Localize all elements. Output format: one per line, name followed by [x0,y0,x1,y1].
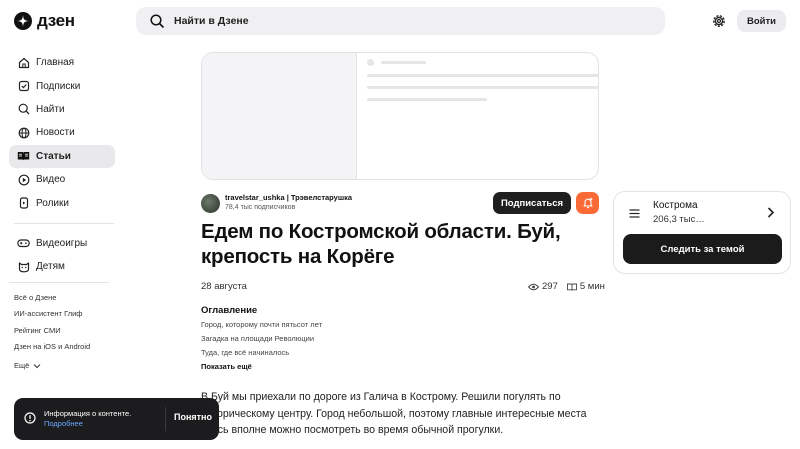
toc-show-more-button[interactable]: Показать ещё [201,362,252,371]
notify-button[interactable] [576,192,599,214]
sidebar-item-articles[interactable]: Статьи [9,144,115,168]
info-icon [24,412,36,424]
author-name[interactable]: travelstar_ushka | Трэвелстарушка [225,193,352,203]
sidebar-item-subscriptions[interactable]: Подписки [9,74,115,97]
article-date: 28 августа [201,281,247,292]
author-subscribers: 78,4 тыс подписчиков [225,204,296,211]
article-paragraph: В Буй мы приехали по дороге из Галича в … [201,391,587,436]
toast-ok-button[interactable]: Понятно [174,412,212,422]
views-count: 297 [542,281,558,292]
toast-message: Информация о контенте. [44,409,132,418]
author-block[interactable]: travelstar_ushka | Трэвелстарушка 78,4 т… [201,193,352,213]
bell-plus-icon [582,197,593,209]
article-cover-placeholder [201,52,599,180]
cover-image-placeholder [202,53,357,179]
sidebar-item-videogames[interactable]: Видеоигры [9,232,115,255]
cover-text-skeleton [357,53,598,179]
book-icon [566,283,577,291]
logo-text: дзен [37,11,75,30]
login-button[interactable]: Войти [737,10,786,32]
toc-heading: Оглавление [201,305,258,316]
sidebar-divider [9,282,109,283]
sidebar-item-label: Видео [36,174,66,186]
subscriptions-icon [17,80,30,93]
toc-item[interactable]: Туда, где всё начиналось [201,348,322,362]
gamepad-icon [17,237,30,250]
gear-icon[interactable] [711,13,727,29]
eye-icon [528,283,539,290]
footer-link-assistant[interactable]: ИИ-ассистент Глиф [14,308,90,324]
menu-icon [629,209,640,218]
toast-divider [165,407,166,431]
toc-list: Город, которому почти пятьсот лет Загадк… [201,320,322,362]
content-info-toast: Информация о контенте. Подробнее Понятно [14,398,219,440]
topic-count: 206,3 тыс… [653,214,705,225]
sidebar-item-label: Подписки [36,80,81,92]
shorts-icon [17,197,30,210]
sidebar-item-kids[interactable]: Детям [9,255,115,278]
toast-details-link[interactable]: Подробнее [44,419,131,429]
more-label: Ещё [14,360,30,370]
more-menu[interactable]: Ещё [14,358,90,374]
follow-topic-button[interactable]: Следить за темой [623,234,782,264]
zen-logo-icon [14,12,32,30]
video-icon [17,173,30,186]
sidebar-item-label: Видеоигры [36,237,88,249]
search-icon [17,103,30,116]
footer-link-mobile-apps[interactable]: Дзен на iOS и Android [14,341,90,357]
sidebar-item-label: Главная [36,57,75,69]
search-input[interactable]: Найти в Дзене [174,15,249,27]
news-icon [17,126,30,139]
topic-name[interactable]: Кострома [653,200,698,211]
chevron-right-icon[interactable] [767,207,775,218]
subscribe-button[interactable]: Подписаться [493,192,571,214]
sidebar-item-video[interactable]: Видео [9,168,115,191]
sidebar-item-label: Ролики [36,197,69,209]
footer-link-about[interactable]: Всё о Дзене [14,292,90,308]
kids-icon [17,260,30,273]
article-stats: 297 5 мин [528,281,605,292]
footer-link-media-rating[interactable]: Рейтинг СМИ [14,325,90,341]
sidebar-divider [14,222,114,224]
toc-item[interactable]: Город, которому почти пятьсот лет [201,320,322,334]
sidebar-item-label: Новости [36,127,75,139]
home-icon [17,56,30,69]
sidebar-footer: Всё о Дзене ИИ-ассистент Глиф Рейтинг СМ… [14,292,90,374]
toc-item[interactable]: Загадка на площади Революции [201,334,322,348]
topic-card: Кострома 206,3 тыс… Следить за темой [613,191,791,274]
sidebar-item-shorts[interactable]: Ролики [9,191,115,214]
sidebar-item-label: Найти [36,103,65,115]
article-title: Едем по Костромской области. Буй, крепос… [201,220,561,268]
articles-icon [17,150,30,163]
sidebar-item-label: Статьи [36,150,71,162]
search-bar[interactable]: Найти в Дзене [136,7,665,35]
chevron-down-icon [33,363,41,369]
sidebar-item-news[interactable]: Новости [9,121,115,144]
read-time: 5 мин [579,281,605,292]
sidebar-item-home[interactable]: Главная [9,51,115,74]
search-icon [150,14,164,28]
logo[interactable]: дзен [14,11,75,31]
sidebar-nav: Главная Подписки Найти Новости Статьи Ви… [9,51,115,279]
avatar[interactable] [201,193,220,213]
sidebar-item-label: Детям [36,261,65,273]
sidebar-item-search[interactable]: Найти [9,98,115,121]
